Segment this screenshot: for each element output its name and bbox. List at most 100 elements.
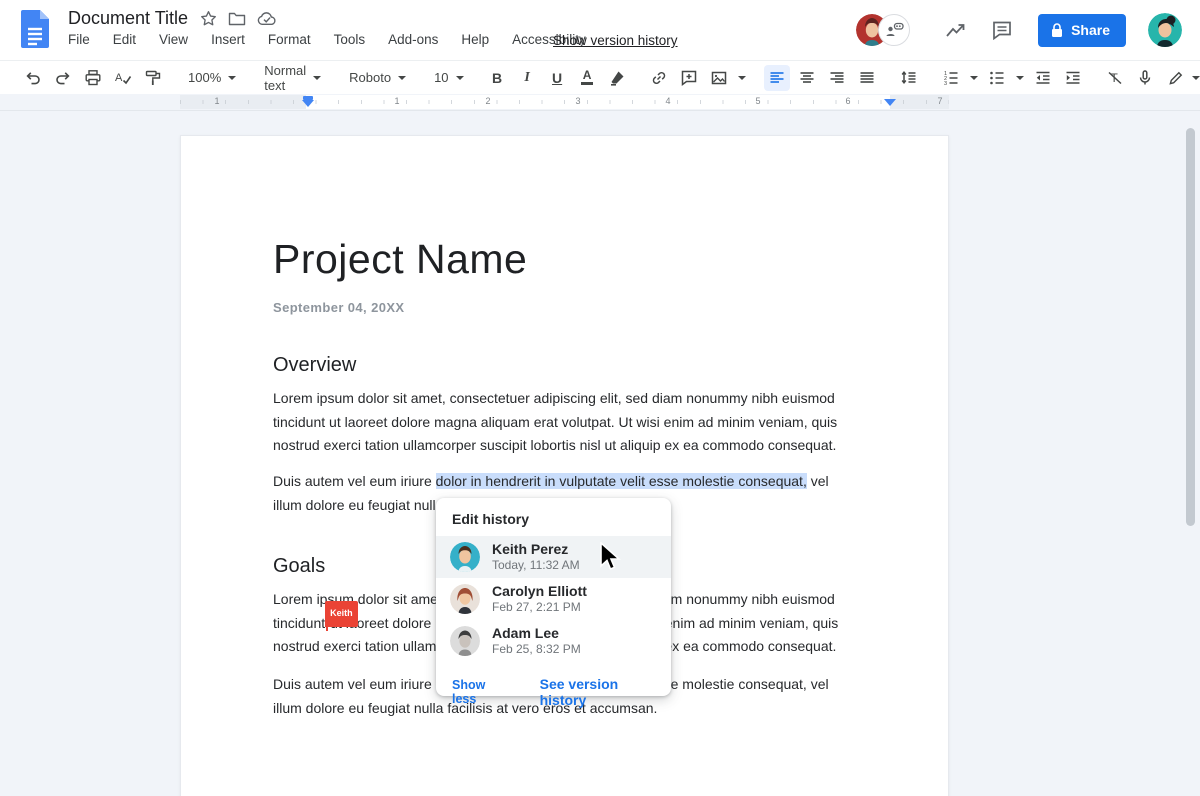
ruler-label: 5 — [755, 96, 760, 106]
svg-text:A: A — [115, 72, 123, 84]
header: Document Title File Edit View Insert For… — [0, 0, 1200, 60]
doc-date[interactable]: September 04, 20XX — [273, 300, 405, 315]
print-button[interactable] — [80, 65, 106, 91]
ruler-ticks — [180, 100, 949, 104]
carolyn-avatar — [450, 584, 480, 614]
menu-help[interactable]: Help — [461, 32, 489, 47]
edit-history-popup: Edit history Keith Perez Today, 11:32 AM — [436, 498, 671, 696]
collaborator-caret: Keith — [326, 614, 328, 631]
bulleted-list-chevron-icon[interactable] — [1016, 76, 1024, 80]
font-family-select[interactable]: Roboto — [343, 65, 412, 91]
adam-avatar — [450, 626, 480, 656]
paragraph-style-select[interactable]: Normal text — [258, 65, 327, 91]
menu-insert[interactable]: Insert — [211, 32, 245, 47]
show-less-link[interactable]: Show less — [452, 678, 507, 706]
align-center-button[interactable] — [794, 65, 820, 91]
color-bar — [581, 82, 593, 85]
heading-overview[interactable]: Overview — [273, 354, 356, 377]
doc-heading-project-name[interactable]: Project Name — [273, 236, 527, 283]
spellcheck-button[interactable]: A — [110, 65, 136, 91]
ruler-label: 6 — [845, 96, 850, 106]
heading-goals[interactable]: Goals — [273, 555, 325, 578]
ruler-page-band — [180, 95, 949, 109]
activity-dashboard-icon[interactable] — [944, 18, 968, 42]
menu-edit[interactable]: Edit — [113, 32, 136, 47]
highlight-color-button[interactable] — [604, 65, 630, 91]
chevron-down-icon — [228, 76, 236, 80]
numbered-list-chevron-icon[interactable] — [970, 76, 978, 80]
google-docs-app: Document Title File Edit View Insert For… — [0, 0, 1200, 796]
move-folder-icon[interactable] — [228, 11, 246, 27]
follow-presenter-button[interactable] — [878, 14, 910, 46]
lock-icon — [1051, 23, 1063, 38]
ruler-label: 4 — [665, 96, 670, 106]
menu-format[interactable]: Format — [268, 32, 311, 47]
overview-paragraph[interactable]: Lorem ipsum dolor sit amet, consectetuer… — [273, 387, 837, 458]
italic-button[interactable]: I — [514, 65, 540, 91]
underline-button[interactable]: U — [544, 65, 570, 91]
svg-text:3: 3 — [944, 81, 947, 87]
font-size-select[interactable]: 10 — [428, 65, 468, 91]
line-spacing-button[interactable] — [896, 65, 922, 91]
add-comment-button[interactable] — [676, 65, 702, 91]
menu-bar: File Edit View Insert Format Tools Add-o… — [68, 32, 586, 47]
menu-add-ons[interactable]: Add-ons — [388, 32, 438, 47]
collaborator-name-flag: Keith — [325, 601, 358, 628]
keith-avatar — [450, 542, 480, 572]
justify-button[interactable] — [854, 65, 880, 91]
profile-avatar[interactable] — [1148, 13, 1182, 47]
share-button[interactable]: Share — [1038, 14, 1126, 47]
text-color-button[interactable]: A — [574, 65, 600, 91]
edit-history-title: Edit history — [436, 498, 671, 536]
menu-view[interactable]: View — [159, 32, 188, 47]
voice-typing-mic-button[interactable] — [1132, 65, 1158, 91]
docs-logo-icon[interactable] — [21, 10, 49, 48]
editing-mode-select[interactable] — [1162, 65, 1200, 91]
menu-tools[interactable]: Tools — [334, 32, 366, 47]
image-options-chevron-icon[interactable] — [738, 76, 746, 80]
see-version-history-link[interactable]: See version history — [540, 676, 655, 708]
text-line: nostrud exerci tation ullamcorper suscip… — [273, 434, 837, 458]
increase-indent-button[interactable] — [1060, 65, 1086, 91]
chevron-down-icon — [1192, 76, 1200, 80]
text-line: tincidunt ut laoreet dolore magna aliqua… — [273, 411, 837, 435]
ruler-label: 3 — [575, 96, 580, 106]
document-page[interactable]: Project Name September 04, 20XX Overview… — [180, 135, 949, 796]
bold-button[interactable]: B — [484, 65, 510, 91]
text-line: Duis autem vel eum iriure dolor in hendr… — [273, 470, 829, 494]
insert-link-button[interactable] — [646, 65, 672, 91]
align-right-button[interactable] — [824, 65, 850, 91]
history-entry-keith[interactable]: Keith Perez Today, 11:32 AM — [436, 536, 671, 578]
paint-format-button[interactable] — [140, 65, 166, 91]
insert-image-button[interactable] — [706, 65, 732, 91]
history-entry-adam[interactable]: Adam Lee Feb 25, 8:32 PM — [436, 620, 671, 662]
align-left-button[interactable] — [764, 65, 790, 91]
redo-button[interactable] — [50, 65, 76, 91]
pencil-icon — [1168, 69, 1185, 86]
ruler-label: 7 — [937, 96, 942, 106]
undo-button[interactable] — [20, 65, 46, 91]
document-title[interactable]: Document Title — [68, 8, 188, 29]
clear-formatting-button[interactable]: T — [1102, 65, 1128, 91]
bulleted-list-button[interactable] — [984, 65, 1010, 91]
decrease-indent-button[interactable] — [1030, 65, 1056, 91]
history-entry-carolyn[interactable]: Carolyn Elliott Feb 27, 2:21 PM — [436, 578, 671, 620]
selected-text: dolor in hendrerit in vulputate velit es… — [436, 473, 807, 489]
numbered-list-button[interactable]: 123 — [938, 65, 964, 91]
right-indent-marker[interactable] — [884, 99, 896, 106]
chevron-down-icon — [313, 76, 321, 80]
zoom-select[interactable]: 100% — [182, 65, 242, 91]
mouse-cursor — [599, 542, 621, 572]
cloud-saved-icon[interactable] — [257, 11, 277, 26]
show-version-history-link[interactable]: Show version history — [553, 33, 678, 48]
menu-file[interactable]: File — [68, 32, 90, 47]
scrollbar-thumb[interactable] — [1186, 128, 1195, 526]
chevron-down-icon — [398, 76, 406, 80]
text-line: Lorem ipsum dolor sit amet, consectetuer… — [273, 387, 837, 411]
star-icon[interactable] — [200, 10, 217, 27]
left-indent-marker[interactable] — [302, 96, 314, 107]
ruler-label: 2 — [485, 96, 490, 106]
open-comments-icon[interactable] — [990, 18, 1014, 42]
ruler-label: 1 — [214, 96, 219, 106]
ruler[interactable]: 1 1 2 3 4 5 6 7 — [0, 94, 1200, 111]
